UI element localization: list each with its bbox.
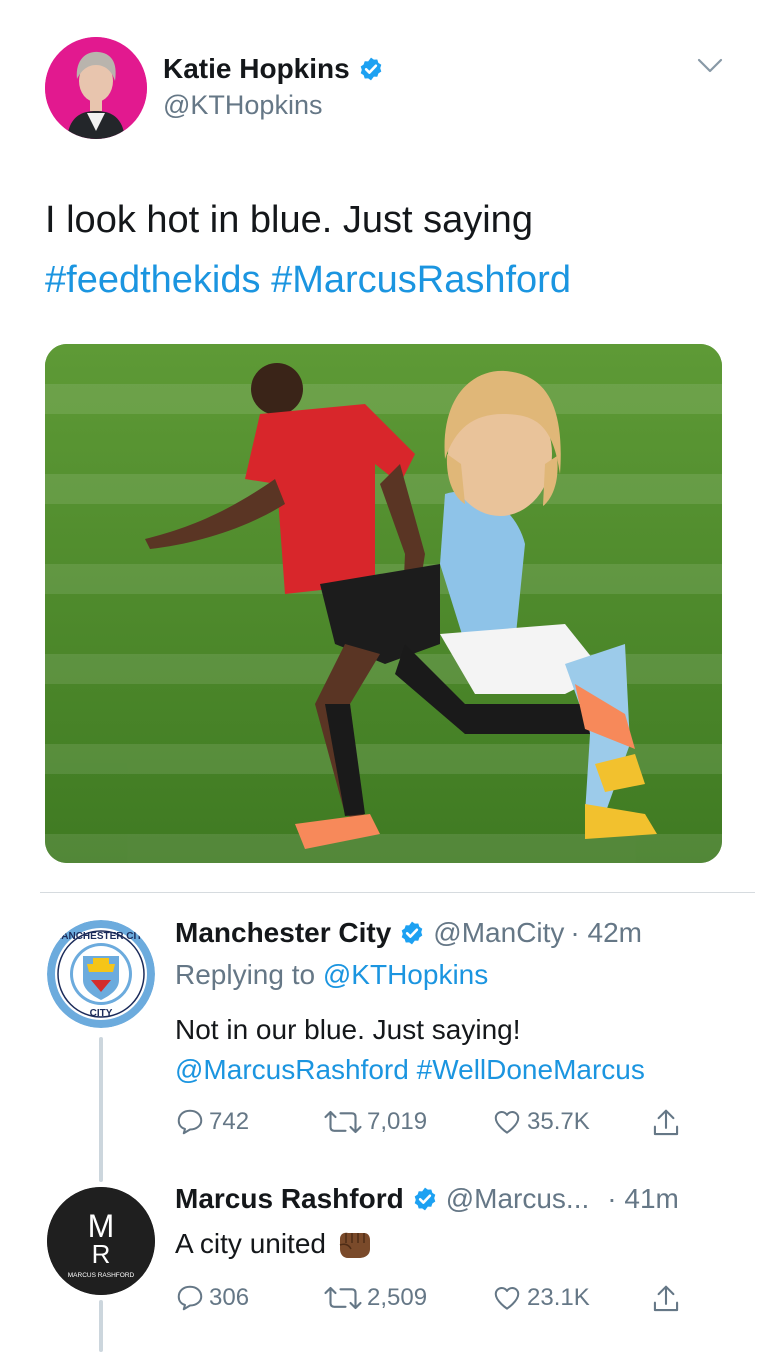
replying-to: Replying to @KTHopkins — [175, 959, 488, 991]
share-icon — [653, 1109, 679, 1136]
like-action[interactable]: 35.7K — [491, 1107, 590, 1137]
hashtag-link[interactable]: #WellDoneMarcus — [417, 1054, 645, 1085]
chevron-down-icon[interactable] — [696, 56, 724, 76]
mancity-crest-icon: MANCHESTER CITY CITY — [47, 920, 155, 1028]
like-count: 35.7K — [527, 1108, 590, 1135]
reply-time[interactable]: · 41m — [607, 1183, 679, 1215]
monogram-bottom: R — [92, 1239, 111, 1269]
tweet-text-line: I look hot in blue. Just saying — [45, 199, 533, 241]
retweet-count: 2,509 — [367, 1284, 428, 1311]
reply-author-name[interactable]: Marcus Rashford — [175, 1183, 404, 1215]
like-icon — [494, 1287, 520, 1310]
verified-badge-icon — [402, 921, 423, 945]
reply-text-row: A city united — [175, 1224, 372, 1264]
share-action[interactable] — [651, 1107, 681, 1139]
hashtag-link[interactable]: #feedthekids — [45, 259, 261, 301]
hashtag-link[interactable]: #MarcusRashford — [271, 259, 571, 301]
retweet-action[interactable]: 7,019 — [323, 1107, 427, 1137]
reply-header: Manchester City @ManCity · 42m — [175, 917, 642, 949]
reply-links-line: @MarcusRashford #WellDoneMarcus — [175, 1050, 645, 1090]
tweet-photo[interactable] — [45, 344, 722, 863]
retweet-icon — [324, 1286, 362, 1310]
reply-action[interactable]: 742 — [175, 1107, 249, 1137]
mr-monogram-icon: M R MARCUS RASHFORD — [47, 1187, 155, 1295]
reply-icon — [177, 1109, 203, 1135]
reply-text: A city united — [175, 1228, 326, 1259]
reply-avatar-rashford[interactable]: M R MARCUS RASHFORD — [47, 1187, 155, 1295]
retweet-action[interactable]: 2,509 — [323, 1283, 427, 1313]
thread-line — [99, 1300, 103, 1352]
tweet-hashtags-line: #feedthekids #MarcusRashford — [45, 250, 735, 310]
reply-action[interactable]: 306 — [175, 1283, 249, 1313]
reply-actions: 306 2,509 23.1K — [175, 1283, 695, 1317]
like-action[interactable]: 23.1K — [491, 1283, 590, 1313]
fist-emoji-icon — [339, 1232, 370, 1258]
mention-link[interactable]: @MarcusRashford — [175, 1054, 409, 1085]
crest-label: MANCHESTER CITY — [53, 931, 149, 942]
reply-text: Not in our blue. Just saying! — [175, 1014, 521, 1045]
reply-author-name[interactable]: Manchester City — [175, 917, 391, 949]
reply-count: 742 — [209, 1108, 250, 1135]
retweet-count: 7,019 — [367, 1108, 428, 1135]
reply-time[interactable]: · 42m — [570, 917, 642, 949]
reply-author-handle[interactable]: @ManCity — [433, 917, 564, 949]
monogram-label: MARCUS RASHFORD — [68, 1272, 135, 1279]
main-author-name[interactable]: Katie Hopkins — [163, 53, 384, 85]
thread-line — [99, 1037, 103, 1182]
author-name-text[interactable]: Katie Hopkins — [163, 53, 350, 85]
retweet-icon — [324, 1110, 362, 1134]
reply-icon — [177, 1285, 203, 1311]
football-photo — [45, 344, 722, 863]
verified-badge-icon — [360, 57, 381, 81]
reply-header: Marcus Rashford @Marcus... · 41m — [175, 1183, 735, 1215]
main-author-handle[interactable]: @KTHopkins — [163, 90, 322, 121]
main-tweet-avatar[interactable] — [45, 37, 147, 139]
replying-to-handle[interactable]: @KTHopkins — [323, 959, 488, 990]
reply-avatar-mancity[interactable]: MANCHESTER CITY CITY — [47, 920, 155, 1028]
divider — [40, 892, 755, 893]
crest-label-bottom: CITY — [90, 1008, 113, 1019]
share-action[interactable] — [651, 1283, 681, 1315]
tweet-text: I look hot in blue. Just saying #feedthe… — [45, 190, 735, 310]
like-count: 23.1K — [527, 1284, 590, 1311]
share-icon — [653, 1285, 679, 1312]
verified-badge-icon — [414, 1187, 436, 1211]
reply-author-handle[interactable]: @Marcus... — [446, 1183, 590, 1215]
avatar-portrait — [45, 37, 147, 139]
reply-count: 306 — [209, 1284, 250, 1311]
replying-prefix: Replying to — [175, 959, 323, 990]
like-icon — [494, 1111, 520, 1134]
reply-actions: 742 7,019 35.7K — [175, 1107, 695, 1141]
